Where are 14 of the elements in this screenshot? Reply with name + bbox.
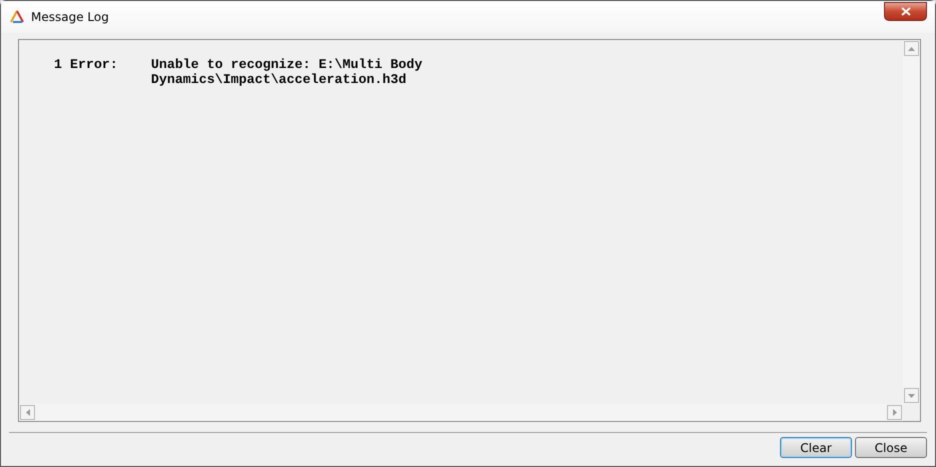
vertical-scrollbar[interactable]: [903, 40, 920, 404]
horizontal-scrollbar[interactable]: [19, 404, 903, 421]
message-level: Error:: [70, 57, 119, 74]
scroll-left-icon[interactable]: [20, 405, 35, 420]
dialog-button[interactable]: Clear: [780, 437, 852, 458]
scroll-right-icon[interactable]: [887, 405, 902, 420]
scroll-up-icon[interactable]: [904, 41, 919, 56]
dialog-button[interactable]: Close: [855, 437, 927, 458]
message-number: 1: [53, 57, 62, 74]
window-title: Message Log: [31, 9, 109, 26]
close-icon[interactable]: [884, 2, 927, 21]
scroll-down-icon[interactable]: [904, 388, 919, 403]
message-text: Unable to recognize: E:\Multi Body Dynamics\Impact\acceleration.h3d: [151, 57, 424, 87]
app-icon: [9, 10, 25, 24]
